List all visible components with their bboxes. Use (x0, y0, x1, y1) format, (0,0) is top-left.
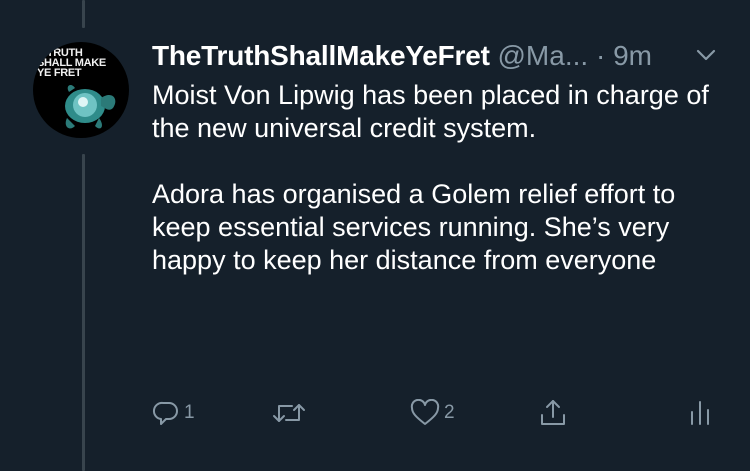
like-button[interactable]: 2 (410, 398, 455, 428)
share-icon (541, 400, 565, 425)
like-count: 2 (444, 402, 455, 423)
reply-button[interactable]: 1 (152, 398, 195, 428)
tweet-header: TheTruthShallMakeYeFret @Ma... · 9m (152, 38, 750, 74)
tweet-text: Moist Von Lipwig has been placed in char… (152, 79, 727, 277)
chevron-down-icon[interactable] (695, 44, 717, 66)
retweet-icon (273, 404, 305, 422)
retweet-button[interactable] (272, 398, 310, 428)
analytics-icon (691, 401, 709, 425)
avatar-logo-text: E TRUTH SHALL MAKE YE FRET (37, 47, 106, 79)
heart-icon (410, 399, 440, 425)
avatar[interactable]: E TRUTH SHALL MAKE YE FRET (33, 42, 129, 138)
tweet-paragraph: Moist Von Lipwig has been placed in char… (152, 80, 709, 143)
separator-dot: · (595, 40, 606, 71)
reply-count: 1 (184, 402, 195, 423)
share-button[interactable] (538, 398, 568, 428)
analytics-button[interactable] (688, 398, 712, 428)
turtle-logo-icon (65, 85, 116, 129)
tweet-paragraph: Adora has organised a Golem relief effor… (152, 179, 676, 275)
display-name[interactable]: TheTruthShallMakeYeFret (152, 40, 490, 71)
tweet-actions: 1 2 (0, 398, 750, 434)
user-handle[interactable]: @Ma... (498, 40, 589, 71)
timestamp[interactable]: 9m (613, 40, 652, 71)
reply-icon (152, 401, 178, 425)
thread-line-top (82, 0, 85, 28)
